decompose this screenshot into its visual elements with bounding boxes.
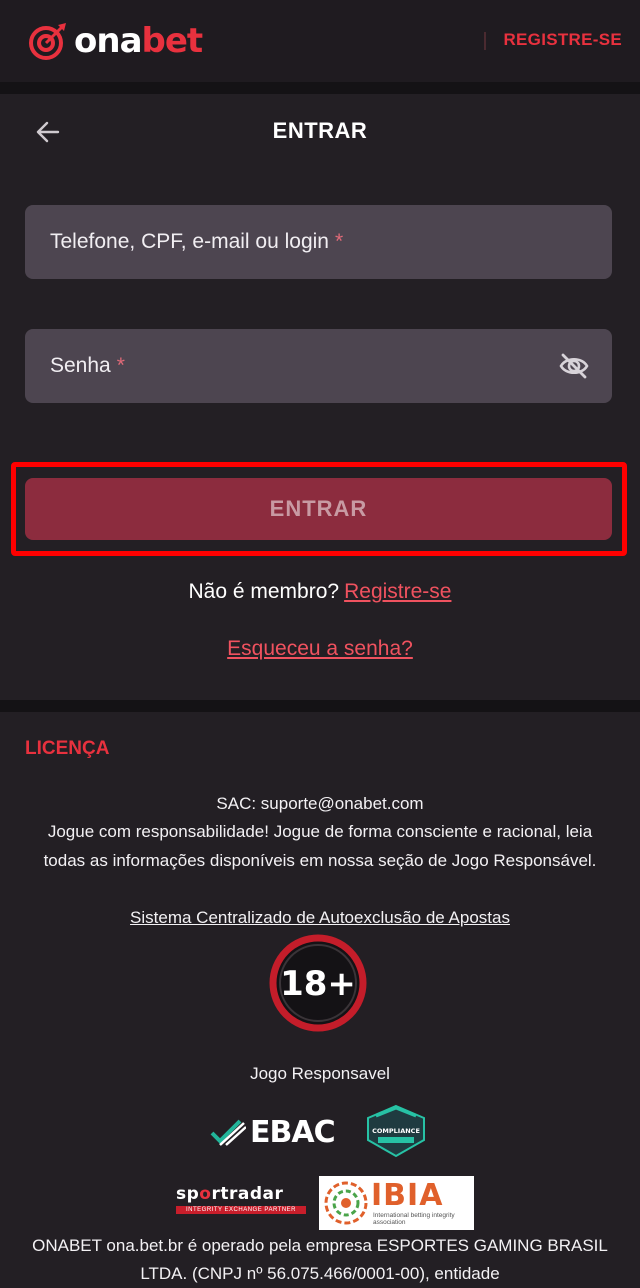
- ebac-text: EBAC: [250, 1114, 336, 1150]
- login-placeholder-text: Telefone, CPF, e-mail ou login: [50, 230, 329, 253]
- required-asterisk: *: [334, 230, 344, 253]
- compliance-text: COMPLIANCE: [372, 1127, 420, 1135]
- compliance-shield-icon[interactable]: COMPLIANCE: [364, 1104, 428, 1158]
- self-exclusion-link[interactable]: Sistema Centralizado de Autoexclusão de …: [30, 904, 610, 933]
- required-asterisk: *: [116, 354, 125, 377]
- sportradar-name-o: o: [199, 1184, 212, 1204]
- onabet-logo[interactable]: onabet: [28, 18, 204, 64]
- sportradar-logo[interactable]: sportradar INTEGRITY EXCHANGE PARTNER: [176, 1184, 306, 1220]
- ibia-logo[interactable]: IBIA International betting integrity ass…: [319, 1176, 474, 1230]
- login-submit-button[interactable]: ENTRAR: [25, 478, 612, 540]
- ebac-logo[interactable]: EBAC: [210, 1112, 336, 1152]
- responsibility-text: Jogue com responsabilidade! Jogue de for…: [43, 822, 597, 870]
- sportradar-name-prefix: sp: [176, 1184, 200, 1204]
- logo-wordmark-suffix: bet: [141, 21, 204, 61]
- license-title: LICENÇA: [25, 738, 110, 759]
- password-input-placeholder: Senha *: [50, 354, 125, 378]
- ibia-subtitle: International betting integrity associat…: [373, 1212, 455, 1226]
- responsible-gaming-label: Jogo Responsavel: [250, 1064, 390, 1083]
- section-divider: [0, 82, 640, 94]
- ibia-name: IBIA: [371, 1178, 444, 1213]
- header-divider: [484, 32, 486, 50]
- ebac-check-icon: [210, 1119, 246, 1146]
- forgot-password-link[interactable]: Esqueceu a senha?: [0, 637, 640, 661]
- top-header: onabet REGISTRE-SE: [0, 0, 640, 83]
- section-divider: [0, 700, 640, 712]
- page-title: ENTRAR: [272, 118, 368, 143]
- password-placeholder-text: Senha: [50, 354, 111, 377]
- sac-contact: SAC: suporte@onabet.com: [216, 794, 424, 813]
- member-question: Não é membro?: [188, 580, 340, 603]
- logo-wordmark-prefix: ona: [74, 21, 143, 61]
- age-badge-text: 18+: [280, 964, 356, 1004]
- sportradar-name-suffix: rtradar: [211, 1184, 284, 1204]
- sportradar-name: sportradar: [176, 1184, 306, 1204]
- logo-wordmark: onabet: [74, 21, 204, 61]
- login-input[interactable]: Telefone, CPF, e-mail ou login *: [25, 205, 612, 279]
- target-icon: [29, 23, 66, 60]
- login-input-placeholder: Telefone, CPF, e-mail ou login *: [50, 230, 343, 254]
- sportradar-tagline: INTEGRITY EXCHANGE PARTNER: [176, 1206, 306, 1214]
- age-18-plus-icon: 18+: [269, 934, 367, 1032]
- header-register-link[interactable]: REGISTRE-SE: [503, 30, 622, 50]
- eye-slash-icon[interactable]: [558, 351, 590, 381]
- password-input[interactable]: Senha *: [25, 329, 612, 403]
- member-prompt: Não é membro? Registre-se: [0, 580, 640, 604]
- member-register-link[interactable]: Registre-se: [344, 580, 451, 603]
- ibia-globe-icon: [324, 1181, 368, 1225]
